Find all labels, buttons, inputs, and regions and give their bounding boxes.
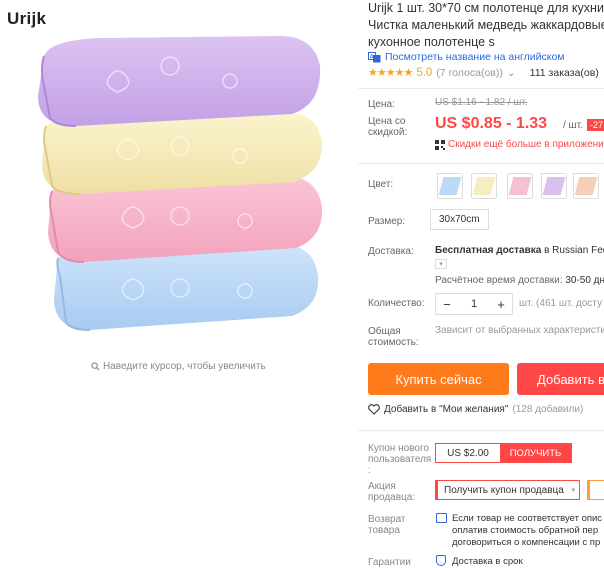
get-coupon-button[interactable]: ПОЛУЧИТЬ <box>500 444 571 462</box>
shipping-info: Бесплатная доставка в Russian Fede <box>435 245 604 256</box>
product-title-line: Urijk 1 шт. 30*70 см полотенце для кухни… <box>368 1 604 15</box>
discount-badge: -27 <box>587 119 604 131</box>
color-label: Цвет: <box>368 179 394 190</box>
seller-promo-label-1: Акция <box>368 481 396 492</box>
discount-price: US $0.85 - 1.33 <box>435 115 548 132</box>
wishlist-label[interactable]: Добавить в "Мои желания" <box>384 404 508 415</box>
size-label: Размер: <box>368 216 406 227</box>
quantity-input[interactable]: 1 <box>458 298 490 310</box>
seller-coupon-select[interactable]: Получить купон продавца ▾ <box>435 480 580 500</box>
divider <box>358 163 604 164</box>
quantity-availability: шт. (461 шт. досту <box>519 298 602 309</box>
orders-count: 111 заказа(ов) <box>529 66 599 79</box>
returns-line: Если товар не соответствует опис <box>452 513 603 524</box>
seller-coupon-select-2[interactable] <box>587 480 604 500</box>
product-gallery: Urijk Наведите курсор, чтобы увеличить <box>0 0 355 568</box>
shield-icon <box>436 555 446 566</box>
color-swatch-blue[interactable] <box>437 173 463 199</box>
new-user-coupon-label-3: : <box>368 465 371 476</box>
app-promo-text[interactable]: Скидки ещё больше в приложени <box>448 139 604 150</box>
new-user-coupon: US $2.00 ПОЛУЧИТЬ <box>435 443 572 463</box>
app-promo[interactable]: Скидки ещё больше в приложени <box>435 139 604 150</box>
buy-now-button[interactable]: Купить сейчас <box>368 363 509 395</box>
product-title-line: Чистка маленький медведь жаккардовые п <box>368 18 604 32</box>
rating-votes[interactable]: (7 голоса(ов)) <box>436 67 503 79</box>
shipping-options-chevron-icon[interactable]: ▾ <box>435 259 447 269</box>
shipping-label: Доставка: <box>368 246 414 257</box>
zoom-hint: Наведите курсор, чтобы увеличить <box>91 361 266 372</box>
return-icon <box>436 513 447 523</box>
star-rating-icon: ★★★★★ <box>368 67 413 79</box>
translate-icon: A <box>368 51 381 62</box>
color-swatch-yellow[interactable] <box>471 173 497 199</box>
returns-label-2: товара <box>368 525 400 536</box>
total-label-1: Общая <box>368 326 401 337</box>
shipping-free: Бесплатная доставка <box>435 245 542 256</box>
guarantee-text: Доставка в срок <box>452 556 523 567</box>
discount-price-label-2: скидкой: <box>368 127 408 138</box>
chevron-down-icon[interactable]: ▾ <box>571 486 575 494</box>
total-note: Зависит от выбранных характеристи <box>435 325 604 336</box>
chevron-down-icon[interactable]: ⌄ <box>507 67 516 79</box>
divider <box>358 88 604 89</box>
discount-price-label-1: Цена со <box>368 116 406 127</box>
wishlist-count: (128 добавили) <box>512 404 584 415</box>
returns-line: договориться о компенсации с пр <box>452 537 601 548</box>
guarantee-label: Гарантии <box>368 557 411 568</box>
price-unit: / шт. <box>563 120 583 131</box>
rating-score: 5.0 <box>416 66 433 79</box>
quantity-stepper: − 1 + <box>435 293 513 315</box>
translate-link-text[interactable]: Посмотреть название на английском <box>385 51 565 63</box>
add-to-cart-button[interactable]: Добавить в <box>517 363 604 395</box>
rating-row: ★★★★★ 5.0 (7 голоса(ов)) ⌄ 111 заказа(ов… <box>368 66 599 80</box>
color-swatch-purple[interactable] <box>541 173 567 199</box>
product-title: Urijk 1 шт. 30*70 см полотенце для кухни… <box>368 0 604 51</box>
returns-label-1: Возврат <box>368 514 406 525</box>
new-user-coupon-label-1: Купон нового <box>368 443 429 454</box>
coupon-amount: US $2.00 <box>447 447 489 459</box>
product-details: Urijk 1 шт. 30*70 см полотенце для кухни… <box>358 0 604 568</box>
returns-line: оплатив стоимость обратной пер <box>452 525 599 536</box>
shipping-destination: в Russian Fede <box>544 245 604 256</box>
seller-coupon-label[interactable]: Получить купон продавца <box>444 485 564 496</box>
shipping-time: Расчётное время доставки: 30-50 дн <box>435 275 604 286</box>
original-price: US $1.16 - 1.82 / шт. <box>435 97 528 108</box>
product-title-line: кухонное полотенце s <box>368 35 495 49</box>
product-image[interactable] <box>30 26 330 336</box>
magnifier-icon <box>91 362 100 371</box>
shipping-time-value: 30-50 дн <box>562 275 604 286</box>
wishlist-link[interactable]: Добавить в "Мои желания" (128 добавили) <box>368 404 583 415</box>
heart-icon <box>368 404 380 415</box>
qr-code-icon <box>435 139 445 150</box>
quantity-label: Количество: <box>368 298 425 309</box>
color-swatch-peach[interactable] <box>573 173 599 199</box>
new-user-coupon-label-2: пользователя <box>368 454 432 465</box>
size-option[interactable]: 30x70cm <box>430 209 489 230</box>
quantity-decrease-button[interactable]: − <box>436 297 458 312</box>
seller-promo-label-2: продавца: <box>368 492 416 503</box>
quantity-increase-button[interactable]: + <box>490 297 512 312</box>
zoom-hint-text: Наведите курсор, чтобы увеличить <box>103 361 266 372</box>
returns-text: Если товар не соответствует опис оплатив… <box>452 513 602 549</box>
price-label: Цена: <box>368 99 395 110</box>
total-label-2: стоимость: <box>368 337 419 348</box>
divider <box>358 430 604 431</box>
color-swatch-pink[interactable] <box>507 173 533 199</box>
shipping-time-label: Расчётное время доставки: <box>435 275 563 286</box>
translate-link[interactable]: A Посмотреть название на английском <box>368 51 565 63</box>
